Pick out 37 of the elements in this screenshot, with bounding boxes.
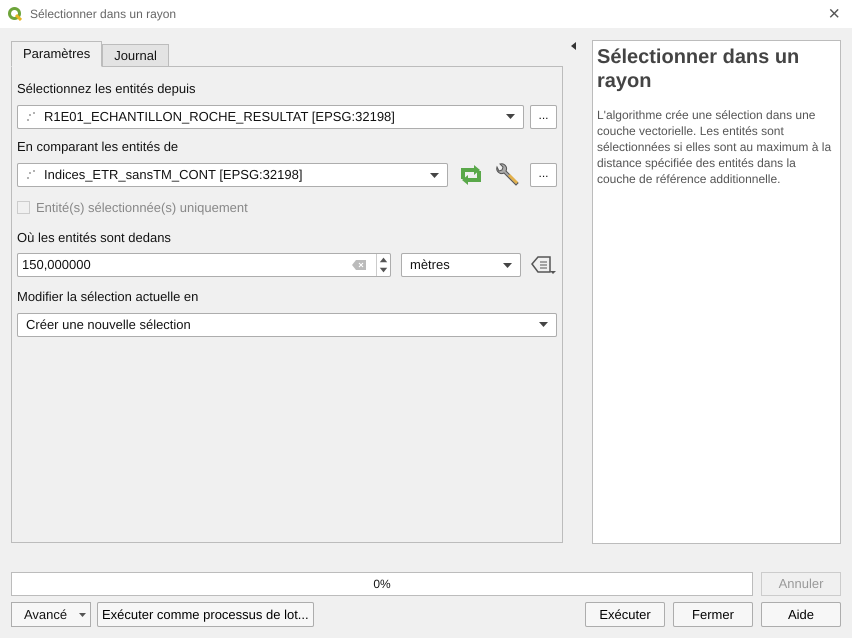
help-button[interactable]: Aide bbox=[761, 602, 841, 627]
method-dropdown[interactable]: Créer une nouvelle sélection bbox=[17, 312, 557, 336]
distance-field[interactable]: 150,000000 bbox=[17, 253, 391, 277]
checkbox-label: Entité(s) sélectionnée(s) uniquement bbox=[36, 199, 248, 217]
app-logo-icon bbox=[8, 7, 22, 21]
tab[interactable]: Journal bbox=[102, 44, 169, 67]
advanced-button[interactable]: Avancé bbox=[11, 602, 91, 627]
more-options-button[interactable]: ... bbox=[530, 163, 557, 187]
dropdown-arrow-icon bbox=[503, 262, 512, 268]
close-button[interactable]: × bbox=[828, 4, 840, 24]
collapse-arrow-icon[interactable] bbox=[571, 42, 576, 50]
spin-arrows-icon[interactable] bbox=[376, 254, 390, 276]
data-defined-icon[interactable] bbox=[531, 254, 557, 276]
help-title: Sélectionner dans un rayon bbox=[597, 45, 800, 93]
layer-icon bbox=[26, 110, 36, 122]
dropdown-arrow-icon bbox=[79, 612, 86, 616]
field-label: Modifier la sélection actuelle en bbox=[17, 288, 200, 306]
field-label: En comparant les entités de bbox=[17, 138, 180, 156]
tab[interactable]: Paramètres bbox=[11, 41, 102, 67]
batch-button[interactable]: Exécuter comme processus de lot... bbox=[97, 602, 314, 627]
layer-icon bbox=[26, 169, 36, 181]
help-description: L'algorithme crée une sélection dans une couche vectorielle. Les entités sont sélectionnées si elles sont au maximum à la distance spécifiée des entités dans la couche de référence additionnelle. bbox=[597, 107, 832, 187]
close-dialog-button[interactable]: Fermer bbox=[673, 602, 753, 627]
field-label: Où les entités sont dedans bbox=[17, 228, 172, 246]
run-button[interactable]: Exécuter bbox=[585, 602, 665, 627]
window-title: Sélectionner dans un rayon bbox=[30, 6, 178, 23]
more-options-button[interactable]: ... bbox=[530, 104, 557, 128]
refresh-icon[interactable] bbox=[458, 164, 484, 186]
layer-dropdown[interactable]: Indices_ETR_sansTM_CONT [EPSG:32198] bbox=[17, 163, 448, 187]
dropdown-arrow-icon bbox=[539, 322, 548, 327]
progress-reading: 0% bbox=[373, 576, 391, 593]
layer-dropdown[interactable]: R1E01_ECHANTILLON_ROCHE_RESULTAT [EPSG:32198] bbox=[17, 104, 524, 128]
dropdown-arrow-icon bbox=[506, 114, 515, 119]
unit-dropdown[interactable]: mètres bbox=[401, 253, 521, 277]
wrench-icon[interactable] bbox=[494, 162, 520, 188]
dropdown-arrow-icon bbox=[430, 172, 439, 178]
field-label: Sélectionnez les entités depuis bbox=[17, 80, 197, 98]
